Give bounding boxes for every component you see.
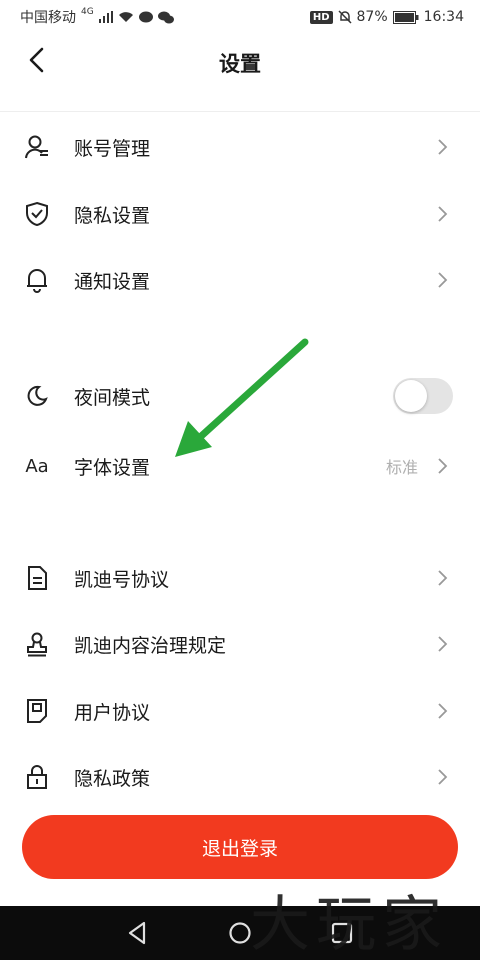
chevron-right-icon <box>438 272 448 288</box>
page-title: 设置 <box>219 52 261 76</box>
settings-row-kaidi-agreement[interactable]: 凯迪号协议 <box>0 548 480 608</box>
night-mode-toggle[interactable] <box>393 378 453 414</box>
note-icon <box>24 698 50 724</box>
row-label: 字体设置 <box>74 456 151 479</box>
signal-icon <box>98 11 113 23</box>
row-label: 夜间模式 <box>74 386 151 409</box>
chevron-right-icon <box>438 636 448 652</box>
nav-back-icon[interactable] <box>124 919 152 947</box>
font-icon: Aa <box>25 455 49 477</box>
row-label: 账号管理 <box>74 137 151 160</box>
stamp-icon <box>24 631 50 657</box>
settings-row-user-agreement[interactable]: 用户协议 <box>0 681 480 741</box>
status-left: 中国移动 4G <box>20 7 174 27</box>
wifi-icon <box>118 12 133 22</box>
chevron-right-icon <box>438 769 448 785</box>
chevron-right-icon <box>438 206 448 222</box>
wechat-icon <box>157 11 174 23</box>
shield-icon <box>24 201 50 227</box>
settings-row-notification[interactable]: 通知设置 <box>0 250 480 310</box>
chevron-right-icon <box>438 703 448 719</box>
row-label: 凯迪号协议 <box>74 568 170 591</box>
chevron-right-icon <box>438 139 448 155</box>
status-right: HD 87% 16:34 <box>309 9 464 25</box>
header-divider <box>0 111 480 112</box>
status-bar: 中国移动 4G HD 87% 16:34 <box>0 0 480 34</box>
clock: 16:34 <box>423 9 464 25</box>
row-label: 凯迪内容治理规定 <box>74 634 227 657</box>
settings-row-privacy-policy[interactable]: 隐私政策 <box>0 747 480 807</box>
row-label: 通知设置 <box>74 270 151 293</box>
toggle-knob <box>395 380 427 412</box>
settings-row-account[interactable]: 账号管理 <box>0 117 480 177</box>
battery-percent: 87% <box>356 9 388 25</box>
battery-icon <box>392 10 419 24</box>
chat-bubble-icon <box>138 11 153 22</box>
document-icon <box>24 565 50 591</box>
chevron-right-icon <box>438 570 448 586</box>
logout-button[interactable]: 退出登录 <box>22 815 458 879</box>
lock-icon <box>24 764 50 790</box>
header: 设置 <box>0 34 480 86</box>
mute-bell-icon <box>337 10 352 24</box>
network-label: 4G <box>81 7 94 17</box>
row-label: 用户协议 <box>74 701 151 724</box>
annotation-arrow-icon <box>175 338 309 457</box>
settings-row-content-rules[interactable]: 凯迪内容治理规定 <box>0 614 480 674</box>
row-label: 隐私政策 <box>74 767 151 790</box>
bell-icon <box>24 267 50 293</box>
settings-row-privacy[interactable]: 隐私设置 <box>0 184 480 244</box>
carrier-label: 中国移动 <box>20 10 76 26</box>
moon-icon <box>24 383 50 409</box>
user-icon <box>24 134 50 160</box>
font-size-value: 标准 <box>385 458 418 477</box>
row-label: 隐私设置 <box>74 204 151 227</box>
watermark: 大玩家 <box>250 890 448 960</box>
hd-badge: HD <box>309 10 333 24</box>
chevron-right-icon <box>438 458 448 474</box>
